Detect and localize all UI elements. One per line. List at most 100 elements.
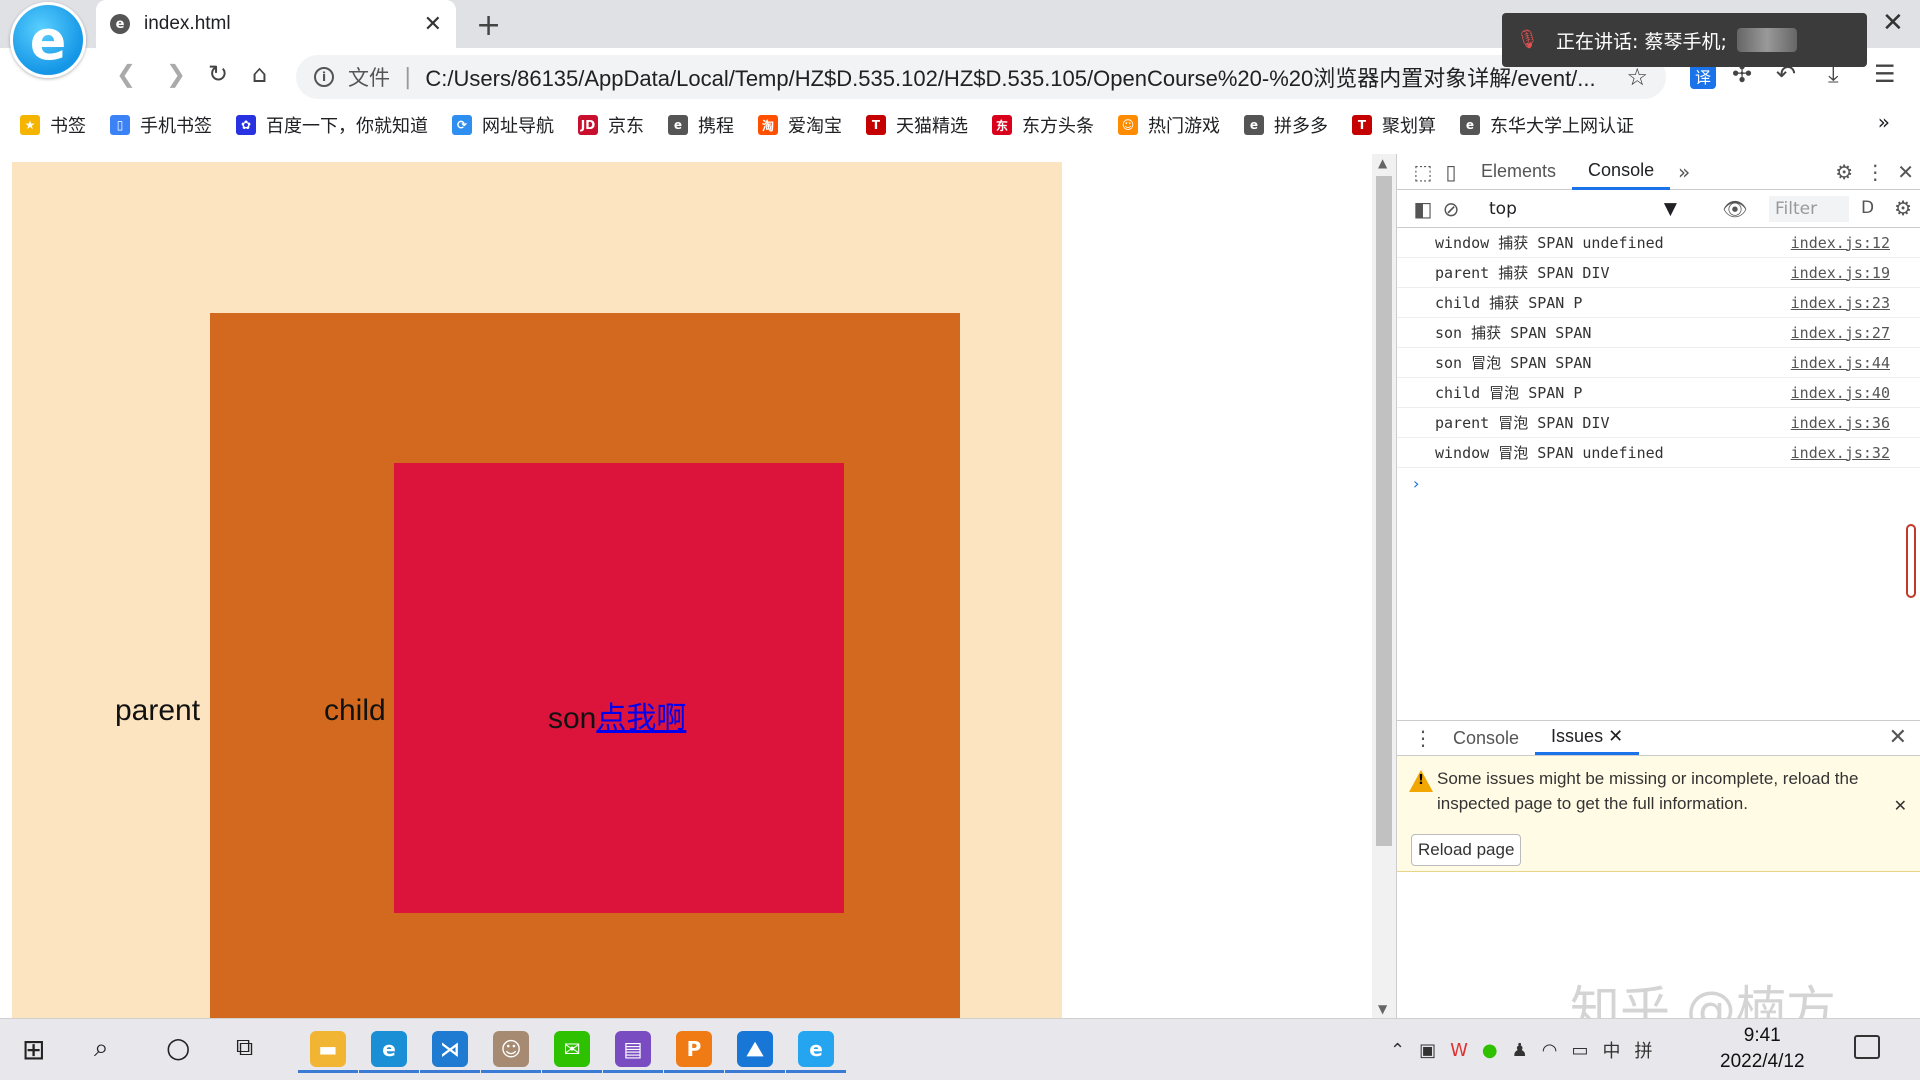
forward-icon[interactable]: ❯ <box>166 60 186 88</box>
bookmark-item[interactable]: ☺ 热门游戏 <box>1118 112 1220 138</box>
console-prompt[interactable]: › <box>1397 468 1920 493</box>
scrollbar-thumb[interactable] <box>1376 176 1392 846</box>
sidebar-toggle-icon[interactable]: ◧ <box>1409 197 1437 221</box>
nav-icon: ⟳ <box>452 115 472 135</box>
bookmark-item[interactable]: JD 京东 <box>578 112 644 138</box>
bookmark-item[interactable]: T 天猫精选 <box>866 112 968 138</box>
scroll-down-icon[interactable]: ▼ <box>1378 1002 1387 1016</box>
devtools-scroll-indicator[interactable] <box>1906 524 1916 598</box>
tab-close-icon[interactable]: ✕ <box>424 12 442 37</box>
bookmark-star-icon[interactable]: ☆ <box>1626 63 1648 91</box>
child-p[interactable]: child son点我啊 <box>210 313 960 1018</box>
bookmark-item[interactable]: e 东华大学上网认证 <box>1460 112 1634 138</box>
bookmark-item[interactable]: e 携程 <box>668 112 734 138</box>
new-tab-button[interactable]: + <box>476 8 501 43</box>
avatar-app-icon: ☺ <box>493 1030 529 1067</box>
log-source-link[interactable]: index.js:44 <box>1791 354 1890 372</box>
parent-div[interactable]: parent child son点我啊 <box>12 162 1062 1018</box>
window-close-icon[interactable]: ✕ <box>1882 8 1904 38</box>
drawer-menu-icon[interactable]: ⋮ <box>1409 726 1437 750</box>
taskbar-app[interactable]: ⛰ <box>725 1027 785 1073</box>
taskbar-app[interactable]: e <box>786 1027 846 1073</box>
bookmark-item[interactable]: T 聚划算 <box>1352 112 1436 138</box>
bookmark-label: 携程 <box>698 116 734 137</box>
cortana-icon[interactable]: ○ <box>166 1031 190 1064</box>
issues-tab-close-icon[interactable]: ✕ <box>1608 726 1623 747</box>
tab-console[interactable]: Console <box>1572 154 1671 190</box>
taskbar-app[interactable]: ⋊ <box>420 1027 480 1073</box>
context-select[interactable]: top ▼ <box>1483 196 1683 222</box>
tray-expand-icon[interactable]: ⌃ <box>1390 1040 1405 1061</box>
taskbar-app[interactable]: ▬ <box>298 1027 358 1073</box>
wifi-icon[interactable]: ◠ <box>1542 1040 1558 1061</box>
son-link[interactable]: 点我啊 <box>596 702 686 735</box>
more-tabs-icon[interactable]: » <box>1670 160 1698 184</box>
tab-index-html[interactable]: e index.html ✕ <box>96 0 456 48</box>
back-icon[interactable]: ❮ <box>116 60 136 88</box>
windows-start-icon[interactable]: ⊞ <box>22 1033 45 1066</box>
reload-icon[interactable]: ↻ <box>208 60 228 88</box>
drawer-tab-console[interactable]: Console <box>1437 721 1535 755</box>
taskbar-app[interactable]: P <box>664 1027 724 1073</box>
taskbar-app[interactable]: ✉ <box>542 1027 602 1073</box>
console-settings-icon[interactable]: ⚙ <box>1894 196 1912 220</box>
log-source-link[interactable]: index.js:36 <box>1791 414 1890 432</box>
info-icon[interactable]: i <box>314 67 334 87</box>
ime-language[interactable]: 中 <box>1603 1037 1621 1063</box>
filter-input[interactable]: Filter <box>1769 196 1849 222</box>
scroll-up-icon[interactable]: ▲ <box>1378 156 1387 170</box>
log-source-link[interactable]: index.js:27 <box>1791 324 1890 342</box>
home-icon[interactable]: ⌂ <box>252 60 267 88</box>
task-view-icon[interactable]: ⧉ <box>236 1033 253 1061</box>
address-bar[interactable]: i 文件 | C:/Users/86135/AppData/Local/Temp… <box>296 55 1666 99</box>
kebab-menu-icon[interactable]: ⋮ <box>1865 160 1885 184</box>
bookmark-label: 京东 <box>608 116 644 137</box>
search-icon[interactable]: ⌕ <box>94 1033 109 1064</box>
bookmark-item[interactable]: ✿ 百度一下，你就知道 <box>236 112 428 138</box>
ime-mode[interactable]: 拼 <box>1635 1037 1653 1063</box>
inspect-element-icon[interactable]: ⬚ <box>1409 160 1437 184</box>
levels-dropdown[interactable]: D <box>1861 198 1874 218</box>
reload-page-button[interactable]: Reload page <box>1411 834 1522 866</box>
bookmark-item[interactable]: e 拼多多 <box>1244 112 1328 138</box>
drawer-tab-issues[interactable]: Issues ✕ <box>1535 721 1640 755</box>
taskbar-app[interactable]: ▤ <box>603 1027 663 1073</box>
devtools-close-icon[interactable]: ✕ <box>1897 160 1914 184</box>
bookmark-item[interactable]: ▯ 手机书签 <box>110 112 212 138</box>
system-clock[interactable]: 9:41 2022/4/12 <box>1720 1023 1805 1075</box>
menu-icon[interactable]: ☰ <box>1874 60 1896 88</box>
wps-tray-icon[interactable]: W <box>1450 1040 1468 1061</box>
bookmark-item[interactable]: 东东方头条 <box>992 112 1094 138</box>
bookmark-item[interactable]: ★ 书签 <box>20 112 86 138</box>
qq-tray-icon[interactable]: ♟ <box>1512 1040 1528 1061</box>
banner-close-icon[interactable]: ✕ <box>1894 796 1907 815</box>
bookmark-item[interactable]: ⟳ 网址导航 <box>452 112 554 138</box>
more-bookmarks-icon[interactable]: » <box>1878 110 1890 134</box>
clear-console-icon[interactable]: ⊘ <box>1437 197 1465 221</box>
log-message: son 冒泡 SPAN SPAN <box>1435 354 1592 372</box>
log-source-link[interactable]: index.js:19 <box>1791 264 1890 282</box>
browser-logo-icon[interactable]: e <box>10 2 86 78</box>
son-span[interactable]: son点我啊 <box>394 463 844 913</box>
log-source-link[interactable]: index.js:23 <box>1791 294 1890 312</box>
chevron-down-icon: ▼ <box>1663 198 1677 219</box>
notification-center-icon[interactable] <box>1854 1035 1880 1059</box>
bookmark-item[interactable]: 淘爱淘宝 <box>758 112 842 138</box>
battery-icon[interactable]: ▭ <box>1572 1040 1589 1061</box>
log-source-link[interactable]: index.js:32 <box>1791 444 1890 462</box>
log-source-link[interactable]: index.js:40 <box>1791 384 1890 402</box>
wechat-tray-icon[interactable]: ● <box>1482 1040 1498 1061</box>
tab-elements[interactable]: Elements <box>1465 154 1572 190</box>
url-text[interactable]: C:/Users/86135/AppData/Local/Temp/HZ$D.5… <box>425 61 1616 93</box>
page-viewport: parent child son点我啊 <box>0 154 1372 1018</box>
page-scrollbar[interactable]: ▲ ▼ <box>1372 154 1396 1018</box>
taskbar-app[interactable]: ☺ <box>481 1027 541 1073</box>
taskbar-app[interactable]: e <box>359 1027 419 1073</box>
device-toolbar-icon[interactable]: ▯ <box>1437 160 1465 184</box>
live-expression-eye-icon[interactable]: 👁 <box>1721 197 1749 221</box>
tray-app-icon[interactable]: ▣ <box>1419 1040 1436 1061</box>
settings-icon[interactable]: ⚙ <box>1835 160 1853 184</box>
console-log-row: child 冒泡 SPAN P index.js:40 <box>1397 378 1920 408</box>
drawer-close-icon[interactable]: ✕ <box>1889 725 1907 750</box>
log-source-link[interactable]: index.js:12 <box>1791 234 1890 252</box>
